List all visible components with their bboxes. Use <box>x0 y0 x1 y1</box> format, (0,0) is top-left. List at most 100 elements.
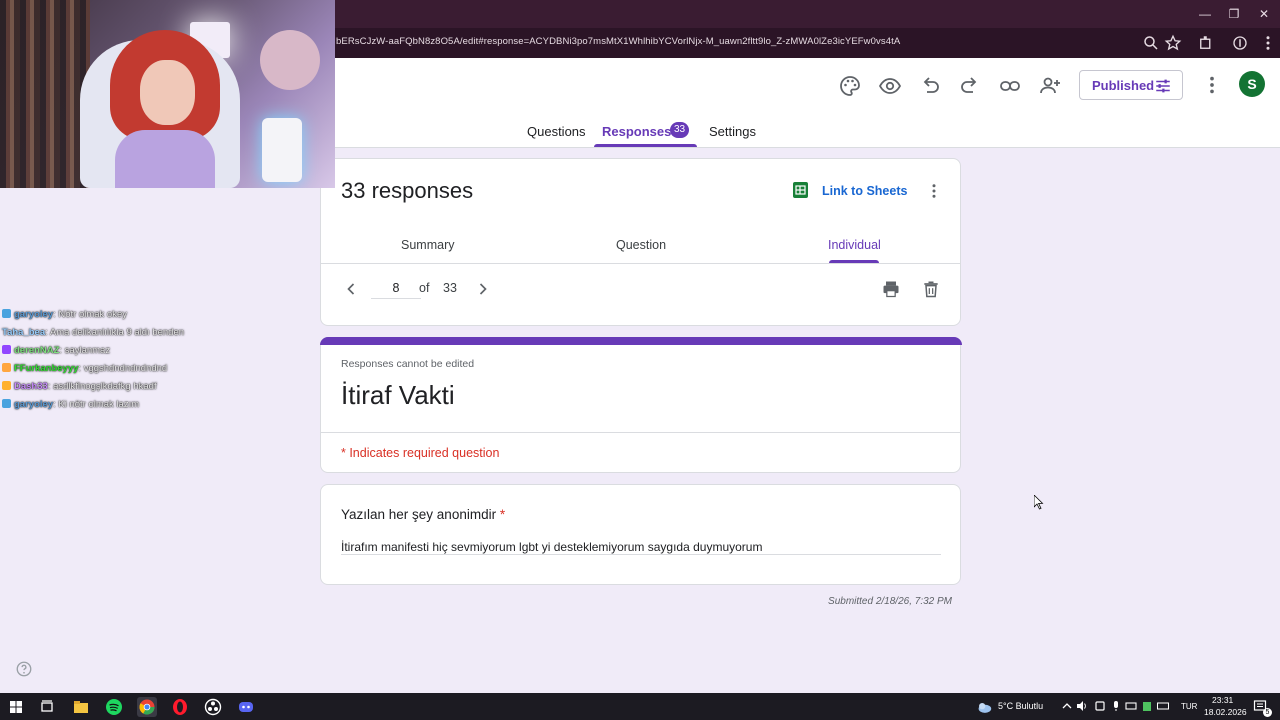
chat-message: Dash33: asdlkflnogşlkdafkg hkadf <box>2 378 322 396</box>
link-icon[interactable] <box>998 74 1022 98</box>
microphone-icon[interactable] <box>1110 700 1122 712</box>
spotify-icon[interactable] <box>104 697 124 717</box>
chat-message: garyoley: Ki nötr olmak lazım <box>2 396 322 414</box>
subtab-individual[interactable]: Individual <box>828 238 881 252</box>
file-explorer-icon[interactable] <box>71 697 91 717</box>
pager-bar: of 33 <box>321 263 961 326</box>
tab-responses[interactable]: Responses <box>602 124 671 139</box>
battery-icon[interactable] <box>1141 700 1153 712</box>
weather-cloud-icon[interactable] <box>975 697 993 717</box>
close-button[interactable]: ✕ <box>1249 4 1279 24</box>
delete-trash-icon[interactable] <box>921 279 941 299</box>
add-collaborator-icon[interactable] <box>1038 74 1062 98</box>
responses-not-editable-note: Responses cannot be edited <box>341 358 475 370</box>
chat-badge-icon <box>2 381 11 390</box>
form-title: İtiraf Vakti <box>341 380 455 410</box>
question-card: Yazılan her şey anonimdir * İtirafım man… <box>320 484 961 585</box>
print-icon[interactable] <box>881 279 901 299</box>
question-title: Yazılan her şey anonimdir * <box>341 507 505 522</box>
chat-text: : saylanmaz <box>59 345 111 356</box>
next-response-icon[interactable] <box>473 279 493 299</box>
url-text[interactable]: bERsCJzW-aaFQbN8z8O5A/edit#response=ACYD… <box>336 36 900 47</box>
chat-badge-icon <box>2 309 11 318</box>
streamer-body <box>115 130 215 188</box>
notification-count-badge: 5 <box>1263 708 1272 717</box>
input-language[interactable]: TUR <box>1181 702 1197 711</box>
clock-time[interactable]: 23:31 <box>1212 695 1233 705</box>
tab-settings[interactable]: Settings <box>709 124 756 139</box>
chat-text: : Ama delikanlılıkla 9 aldı benden <box>45 327 185 338</box>
responses-more-icon[interactable] <box>925 182 943 200</box>
minimize-button[interactable]: — <box>1190 4 1220 24</box>
chat-username: Taha_bea <box>2 327 46 338</box>
chrome-icon[interactable] <box>137 697 157 717</box>
palette-icon[interactable] <box>838 74 862 98</box>
opera-icon[interactable] <box>170 697 190 717</box>
weather-text[interactable]: 5°C Bulutlu <box>998 701 1043 711</box>
restore-button[interactable]: ❐ <box>1219 4 1249 24</box>
sheets-icon <box>793 182 808 198</box>
chat-text: : Ki nötr olmak lazım <box>53 399 140 410</box>
start-windows-icon[interactable] <box>6 697 26 717</box>
undo-icon[interactable] <box>918 74 942 98</box>
network-icon[interactable] <box>1125 700 1137 712</box>
published-button[interactable]: Published <box>1079 70 1183 100</box>
required-star: * <box>499 507 506 522</box>
clock-date[interactable]: 18.02.2026 <box>1204 707 1247 717</box>
zoom-icon[interactable] <box>1142 34 1160 52</box>
browser-menu-icon[interactable] <box>1259 34 1277 52</box>
chat-badge-icon <box>2 363 11 372</box>
streamer <box>110 30 220 188</box>
discord-icon[interactable] <box>236 697 256 717</box>
preview-eye-icon[interactable] <box>878 74 902 98</box>
plush-toy <box>260 30 320 90</box>
answer-text: İtirafım manifesti hiç sevmiyorum lgbt y… <box>341 540 763 554</box>
avatar[interactable]: S <box>1239 71 1265 97</box>
chat-message: derenNAZ: saylanmaz <box>2 342 322 360</box>
chat-text: : Nötr olmak okey <box>53 309 127 320</box>
question-text: Yazılan her şey anonimdir <box>341 507 497 522</box>
extensions-icon[interactable] <box>1197 34 1215 52</box>
form-header-card: Responses cannot be edited İtiraf Vakti … <box>320 337 962 473</box>
chat-text: : vggshdndndndndnd <box>78 363 168 374</box>
stream-chat-overlay: garyoley: Nötr olmak okey Taha_bea: Ama d… <box>2 306 322 414</box>
subtab-summary[interactable]: Summary <box>401 238 454 252</box>
subtab-question[interactable]: Question <box>616 238 666 252</box>
chat-username: FFurkanbeyyy <box>14 363 79 374</box>
webcam-overlay <box>0 0 335 188</box>
link-to-sheets-label: Link to Sheets <box>822 184 908 198</box>
divider <box>321 432 961 433</box>
obs-icon[interactable] <box>203 697 223 717</box>
device-icon[interactable] <box>1094 700 1106 712</box>
more-options-icon[interactable] <box>1201 74 1223 96</box>
previous-response-icon[interactable] <box>341 279 361 299</box>
responses-summary-card: 33 responses Link to Sheets Summary Ques… <box>320 158 961 326</box>
tab-questions[interactable]: Questions <box>527 124 586 139</box>
chat-badge-icon <box>2 345 11 354</box>
redo-icon[interactable] <box>958 74 982 98</box>
bookmark-star-icon[interactable] <box>1164 34 1182 52</box>
chat-username: garyoley <box>14 399 54 410</box>
submitted-timestamp: Submitted 2/18/26, 7:32 PM <box>828 596 952 607</box>
microphone <box>262 118 302 182</box>
keyboard-icon[interactable] <box>1157 700 1169 712</box>
chat-username: Dash33 <box>14 381 48 392</box>
response-page-input[interactable] <box>371 277 421 299</box>
help-icon[interactable] <box>15 660 33 678</box>
published-label: Published <box>1092 78 1155 93</box>
total-responses: 33 <box>443 281 457 295</box>
chat-username: derenNAZ <box>14 345 60 356</box>
of-label: of <box>419 281 430 295</box>
active-tab-indicator <box>594 144 697 147</box>
required-indicator-note: * Indicates required question <box>341 446 500 460</box>
task-view-icon[interactable] <box>37 697 57 717</box>
chat-message: garyoley: Nötr olmak okey <box>2 306 322 324</box>
chat-text: : asdlkflnogşlkdafkg hkadf <box>47 381 157 392</box>
profile-icon[interactable] <box>1231 34 1249 52</box>
sliders-icon <box>1156 79 1170 93</box>
answer-underline <box>341 554 941 555</box>
chevron-up-icon[interactable] <box>1061 700 1073 712</box>
chat-badge-icon <box>2 399 11 408</box>
volume-icon[interactable] <box>1076 700 1088 712</box>
chat-message: FFurkanbeyyy: vggshdndndndndnd <box>2 360 322 378</box>
